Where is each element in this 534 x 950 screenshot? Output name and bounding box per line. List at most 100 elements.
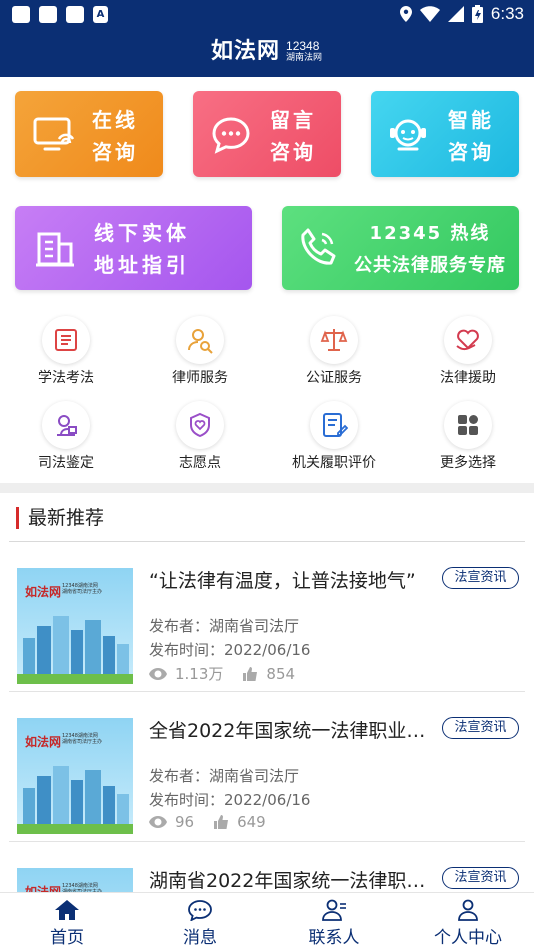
tab-messages[interactable]: 消息 [150,899,250,949]
tile-line: 公共法律服务专席 [354,255,506,276]
service-icon-wrap [42,316,90,364]
news-stats: 96 649 [149,813,266,831]
section-divider [0,483,534,493]
tab-profile[interactable]: 个人中心 [418,899,518,949]
view-count: 1.13万 [175,665,224,683]
thumb-brand: 如法网 [25,735,62,749]
eye-icon [149,667,167,680]
news-tag: 法宣资讯 [442,867,519,889]
section-title: 最新推荐 [16,507,104,529]
service-label: 法律援助 [440,370,496,386]
phone-icon [301,228,336,265]
service-notary[interactable]: 公证服务 [284,316,384,387]
tile-line: 智能 [448,108,494,132]
service-legal-aid[interactable]: 法律援助 [418,316,518,387]
app-screen: A 6:33 如法网 12348 湖南法网 在线 咨询 留言 咨询 智能 咨询 … [0,0,534,950]
service-volunteer[interactable]: 志愿点 [150,401,250,472]
like-count: 649 [237,813,266,831]
service-lawyer[interactable]: 律师服务 [150,316,250,387]
location-icon [399,6,412,22]
offline-address-tile[interactable]: 线下实体 地址指引 [15,206,252,290]
smart-consult-tile[interactable]: 智能 咨询 [371,91,519,177]
news-tag: 法宣资讯 [442,567,519,589]
volunteer-icon [190,412,210,438]
logo-side: 12348 湖南法网 [286,38,322,64]
bottom-tab-bar: 首页 消息 联系人 个人中心 [0,892,534,950]
service-label: 律师服务 [172,370,228,386]
like-count: 854 [266,664,296,683]
service-judicial-appraisal[interactable]: 司法鉴定 [16,401,116,472]
thumbs-up-icon [243,666,258,681]
tab-label: 个人中心 [434,928,502,948]
thumb-brand: 如法网 [25,585,62,599]
service-label: 学法考法 [38,370,94,386]
heart-hand-icon [456,329,479,351]
service-label: 志愿点 [179,455,221,471]
contacts-icon [322,899,346,921]
news-item[interactable]: 如法网 12348湖南法网湖南省司法厅主办 全省2022年国家统一法律职业资格考… [0,692,534,842]
tile-label: 留言 咨询 [270,104,316,168]
news-date: 发布时间：2022/06/16 [149,791,311,809]
service-icon-wrap [310,316,358,364]
service-agency-evaluation[interactable]: 机关履职评价 [284,401,384,472]
news-thumbnail: 如法网 12348湖南法网湖南省司法厅主办 [17,568,133,684]
service-icon-wrap [444,316,492,364]
tab-contacts[interactable]: 联系人 [284,899,384,949]
service-icon-wrap [176,316,224,364]
thumbs-up-icon [214,815,229,829]
news-publisher: 发布者：湖南省司法厅 [149,617,300,635]
grid-icon [458,415,478,435]
thumb-sub2: 湖南省司法厅主办 [62,739,103,745]
thumb-brand-sub: 12348湖南法网湖南省司法厅主办 [62,733,102,745]
monitor-wifi-icon [33,117,75,151]
app-logo: 如法网 12348 湖南法网 [211,38,322,64]
logo-number: 12348 [286,39,320,53]
news-thumbnail: 如法网 12348湖南法网湖南省司法厅主办 [17,718,133,834]
news-date: 发布时间：2022/06/16 [149,641,311,659]
service-label: 司法鉴定 [38,455,94,471]
tile-line: 咨询 [92,140,138,164]
battery-icon [471,5,483,23]
clock: 6:33 [490,4,524,23]
service-study-law[interactable]: 学法考法 [16,316,116,387]
hotline-tile[interactable]: 12345 热线 公共法律服务专席 [282,206,519,290]
microscope-icon [57,415,77,436]
tab-home[interactable]: 首页 [17,899,117,949]
home-icon [55,900,79,920]
service-label: 更多选择 [440,455,496,471]
tab-label: 首页 [50,928,84,948]
notification-a-icon: A [93,6,108,23]
signal-icon [447,6,464,22]
tile-line: 地址指引 [94,253,190,277]
tile-label: 线下实体 地址指引 [94,217,190,281]
scales-icon [320,329,348,351]
thumb-sub2: 湖南省司法厅主办 [62,589,103,595]
news-title: “让法律有温度，让普法接地气” [149,570,416,592]
tile-line: 咨询 [270,140,316,164]
city-skyline-image [17,766,133,834]
lawyer-icon [188,329,213,354]
tile-label: 12345 热线 公共法律服务专席 [350,218,510,282]
tile-label: 在线 咨询 [92,104,138,168]
notification-icon [12,6,30,23]
news-tag: 法宣资讯 [442,717,519,739]
message-consult-tile[interactable]: 留言 咨询 [193,91,341,177]
tile-line: 线下实体 [94,221,190,245]
online-consult-tile[interactable]: 在线 咨询 [15,91,163,177]
notification-icon [39,6,57,23]
news-title: 全省2022年国家统一法律职业资格考试 [149,720,429,742]
building-icon [36,232,74,267]
notification-icon [66,6,84,23]
service-more[interactable]: 更多选择 [418,401,518,472]
service-label: 公证服务 [306,370,362,386]
news-item[interactable]: 如法网 12348湖南法网 湖南省司法厅主办 “让法律有温度，让普法接地气” 法宣… [0,542,534,692]
service-icon-wrap [310,401,358,449]
tile-line: 咨询 [448,140,494,164]
tile-label: 智能 咨询 [448,104,494,168]
logo-text: 如法网 [211,38,281,64]
service-icon-wrap [176,401,224,449]
tab-label: 消息 [183,928,217,948]
eye-icon [149,816,167,828]
tile-line: 在线 [92,108,138,132]
robot-icon [390,119,426,151]
